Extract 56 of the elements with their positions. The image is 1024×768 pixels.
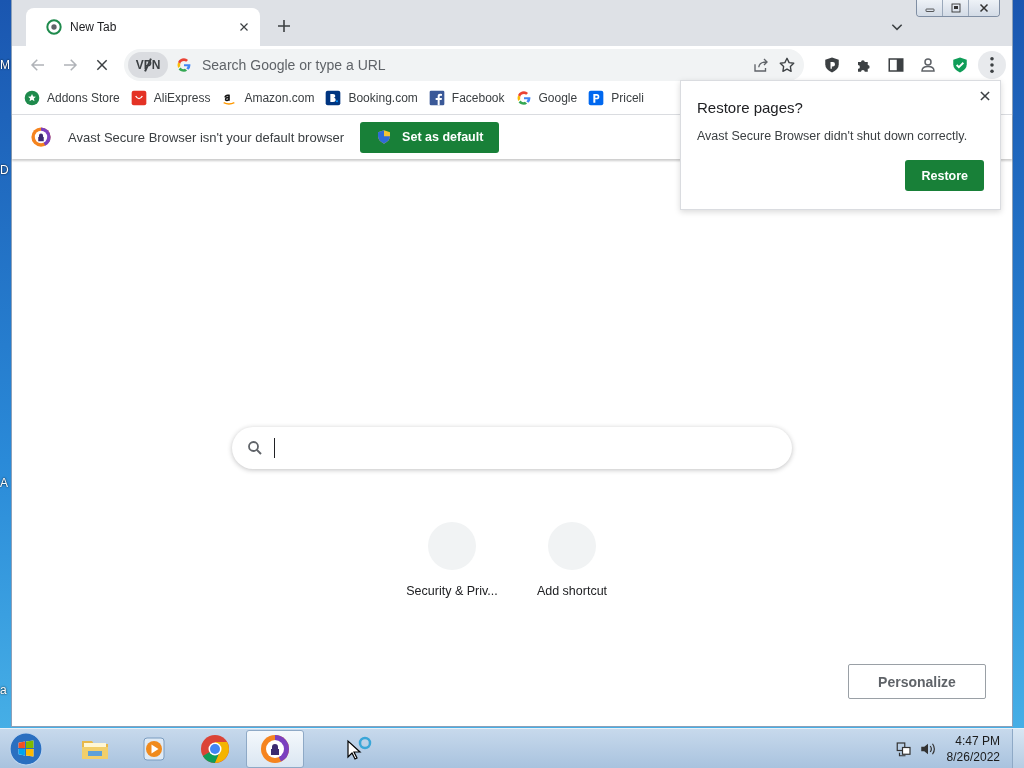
avast-lock-icon[interactable] <box>259 733 291 765</box>
infobar-message: Avast Secure Browser isn't your default browser <box>68 129 345 145</box>
maximize-button[interactable] <box>943 0 969 16</box>
person-icon <box>919 56 937 74</box>
bookmark[interactable]: Booking.com <box>325 90 418 106</box>
star-badge-icon <box>24 90 40 106</box>
desktop-icon-label: M <box>0 58 10 72</box>
bookmark[interactable]: Amazon.com <box>221 90 315 106</box>
search-icon <box>246 439 264 457</box>
google-g-icon <box>515 90 532 106</box>
close-icon <box>978 89 992 103</box>
bookmark[interactable]: Facebook <box>428 90 505 106</box>
close-button[interactable] <box>978 89 992 103</box>
square-f-icon <box>428 90 445 106</box>
menu-icon <box>990 57 994 73</box>
personalize-button[interactable]: Personalize <box>848 664 986 699</box>
avast-logo-icon <box>30 126 52 148</box>
back-arrow-icon <box>29 56 47 74</box>
google-g-icon <box>176 57 192 73</box>
windows-orb-icon <box>9 732 43 766</box>
bookmark[interactable]: Google <box>515 90 578 106</box>
bookmark[interactable]: AliExpress <box>130 90 211 106</box>
network-icon[interactable] <box>894 740 913 758</box>
maximize-icon <box>949 2 962 14</box>
close-icon <box>94 57 110 73</box>
side-panel-icon <box>887 56 905 74</box>
close-icon[interactable] <box>238 21 250 33</box>
close-icon <box>978 2 990 14</box>
shield-icon <box>376 129 393 145</box>
bookmark[interactable]: Priceli <box>588 90 644 106</box>
browser-tab[interactable]: New Tab <box>26 8 260 46</box>
shortcut-tile[interactable]: Add shortcut <box>528 522 616 598</box>
shortcut-tile[interactable]: Security & Priv... <box>408 522 496 598</box>
plus-icon <box>276 18 292 34</box>
shopping-bag-icon <box>130 90 147 106</box>
forward-arrow-icon <box>61 56 79 74</box>
share-icon[interactable] <box>752 56 770 74</box>
bookmark-star-icon[interactable] <box>778 56 796 74</box>
square-p-icon <box>588 90 605 106</box>
taskbar-app[interactable] <box>246 730 304 768</box>
desktop-icon-label: a <box>0 683 7 697</box>
clock[interactable]: 4:47 PM 8/26/2022 <box>946 733 1000 765</box>
set-default-button[interactable]: Set as default <box>360 121 500 153</box>
square-b-icon <box>325 90 342 106</box>
dialog-title: Restore pages? <box>697 99 804 116</box>
menu-button[interactable] <box>978 51 1006 79</box>
bookmark[interactable]: Addons Store <box>24 90 120 106</box>
close-window-button[interactable] <box>969 0 999 16</box>
dialog-message: Avast Secure Browser didn't shut down correctly. <box>697 129 969 143</box>
restore-button[interactable]: Restore <box>905 160 984 191</box>
tab-favicon-icon <box>46 19 62 35</box>
shield-icon <box>823 56 841 74</box>
chrome-icon <box>199 733 231 765</box>
desktop-icon-label: D <box>0 163 9 177</box>
desktop-icon-label: A <box>0 476 8 490</box>
shield-check-icon <box>951 56 969 74</box>
